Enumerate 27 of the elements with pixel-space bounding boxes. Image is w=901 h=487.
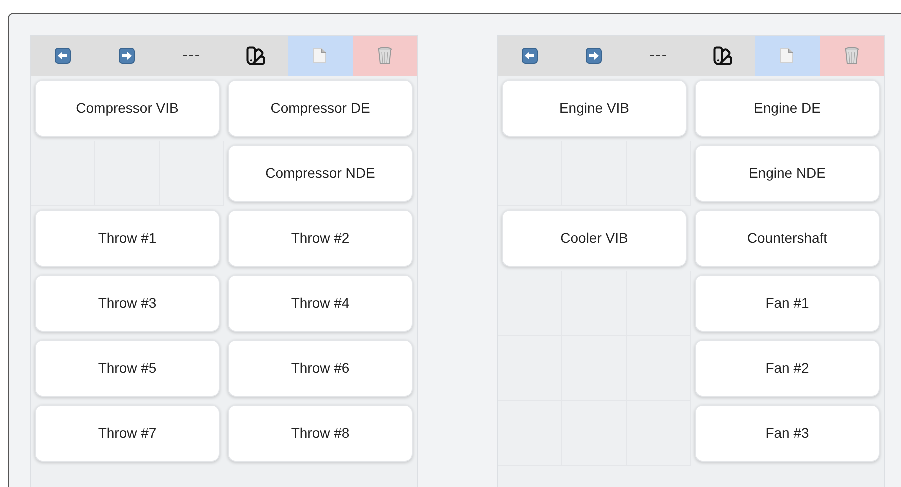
tile-button[interactable]: Engine VIB (502, 80, 687, 137)
tile-button[interactable]: Throw #2 (228, 210, 413, 267)
tile-button[interactable]: Fan #2 (695, 340, 880, 397)
swatch-icon (245, 45, 268, 67)
tile-button[interactable]: Engine DE (695, 80, 880, 137)
tile-button[interactable]: Fan #3 (695, 405, 880, 462)
tile-button[interactable]: Engine NDE (695, 145, 880, 202)
document-icon (780, 48, 794, 64)
tile-button[interactable]: Throw #1 (35, 210, 220, 267)
tile-button[interactable]: Countershaft (695, 210, 880, 267)
document-icon (313, 48, 328, 64)
tile-button[interactable]: Throw #6 (228, 340, 413, 397)
tile-button[interactable]: Compressor NDE (228, 145, 413, 202)
trash-icon (844, 47, 859, 65)
tile-button[interactable]: Cooler VIB (502, 210, 687, 267)
tile-button[interactable]: Compressor VIB (35, 80, 220, 137)
separator-button[interactable]: --- (626, 36, 691, 76)
tile-button[interactable]: Compressor DE (228, 80, 413, 137)
trash-icon (378, 47, 392, 65)
swatch-icon (712, 45, 734, 67)
tile-button[interactable]: Throw #8 (228, 405, 413, 462)
tile-button[interactable]: Throw #5 (35, 340, 220, 397)
separator-button[interactable]: --- (160, 36, 224, 76)
tile-button[interactable]: Throw #4 (228, 275, 413, 332)
tile-button[interactable]: Fan #1 (695, 275, 880, 332)
tile-button[interactable]: Throw #7 (35, 405, 220, 462)
tile-button[interactable]: Throw #3 (35, 275, 220, 332)
